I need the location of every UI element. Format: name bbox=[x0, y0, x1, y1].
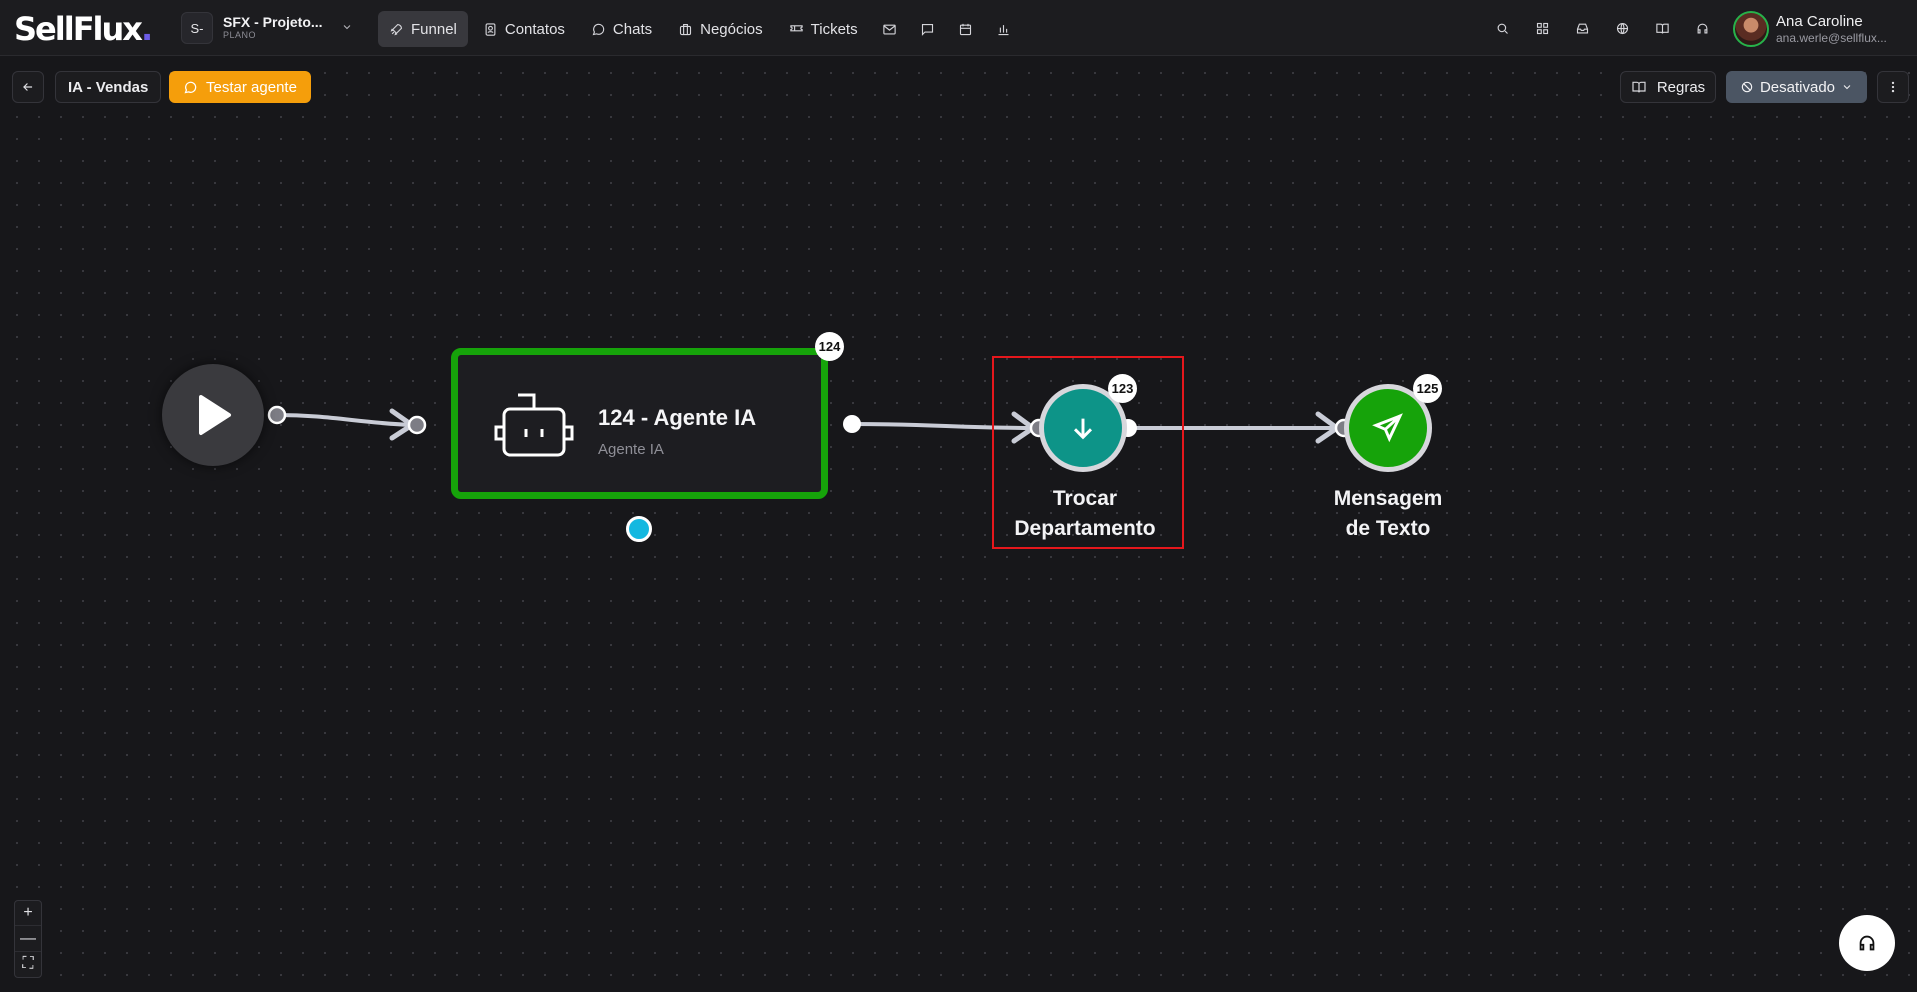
nav-tickets-label: Tickets bbox=[810, 20, 858, 38]
rocket-icon bbox=[390, 23, 403, 35]
chevron-down-icon bbox=[341, 21, 353, 36]
nav-contatos-label: Contatos bbox=[504, 20, 565, 38]
docs-button[interactable] bbox=[1648, 14, 1676, 42]
mail-icon bbox=[883, 24, 896, 34]
nav-negocios[interactable]: Negócios bbox=[667, 11, 774, 47]
zoom-out-button[interactable]: — bbox=[15, 926, 41, 952]
sellflux-logo[interactable]: SellFlux. bbox=[14, 10, 153, 48]
nav-chats-label: Chats bbox=[612, 20, 653, 38]
headset-icon bbox=[1859, 935, 1875, 951]
rules-label: Regras bbox=[1656, 78, 1706, 96]
agent-node-subtitle: Agente IA bbox=[598, 441, 664, 458]
message-node-label-line2: de Texto bbox=[1345, 517, 1431, 540]
dept-node-label-line1: Trocar bbox=[1052, 487, 1118, 510]
agent-node-bottom-handle[interactable] bbox=[626, 516, 652, 542]
calendar-icon bbox=[960, 23, 972, 35]
agent-ia-node[interactable]: 124 - Agente IA Agente IA bbox=[451, 348, 828, 499]
contacts-icon bbox=[485, 22, 496, 36]
play-icon bbox=[199, 395, 231, 435]
dept-node-badge: 123 bbox=[1108, 374, 1137, 403]
support-chat-button[interactable] bbox=[1839, 915, 1895, 971]
chat-icon bbox=[592, 23, 605, 35]
start-node[interactable] bbox=[162, 364, 264, 466]
more-options-button[interactable] bbox=[1877, 71, 1909, 103]
inbox-icon bbox=[1576, 23, 1588, 33]
message-node-badge: 125 bbox=[1413, 374, 1442, 403]
nav-chats[interactable]: Chats bbox=[580, 11, 663, 47]
status-label: Desativado bbox=[1759, 78, 1836, 96]
workspace-name: SFX - Projeto... bbox=[223, 14, 323, 31]
send-icon bbox=[1372, 413, 1403, 443]
nav-reports[interactable] bbox=[987, 11, 1021, 47]
ban-icon bbox=[1741, 81, 1753, 93]
workspace-avatar: S- bbox=[181, 12, 213, 44]
back-button[interactable] bbox=[12, 71, 44, 103]
user-menu[interactable]: Ana Caroline ana.werle@sellflux... bbox=[1733, 11, 1887, 47]
bar-chart-icon bbox=[998, 24, 1009, 35]
nav-contatos[interactable]: Contatos bbox=[472, 11, 576, 47]
nav-calendar[interactable] bbox=[949, 11, 983, 47]
avatar bbox=[1733, 11, 1769, 47]
globe-icon bbox=[1616, 22, 1628, 34]
top-navbar: SellFlux. S- SFX - Projeto... PLANO Funn… bbox=[0, 0, 1917, 56]
nav-funnel[interactable]: Funnel bbox=[378, 11, 468, 47]
user-email: ana.werle@sellflux... bbox=[1776, 30, 1887, 45]
dept-node-label-line2: Departamento bbox=[1014, 517, 1156, 540]
user-name: Ana Caroline bbox=[1776, 12, 1863, 30]
nav-messages[interactable] bbox=[911, 11, 945, 47]
apps-button[interactable] bbox=[1528, 14, 1556, 42]
dept-node-label: Trocar Departamento bbox=[1000, 484, 1170, 544]
nav-funnel-label: Funnel bbox=[411, 20, 457, 38]
workspace-plan: PLANO bbox=[223, 29, 257, 40]
support-button[interactable] bbox=[1688, 14, 1716, 42]
nav-email[interactable] bbox=[873, 11, 907, 47]
zoom-controls: + — ⛶ bbox=[14, 900, 42, 978]
agent-node-title: 124 - Agente IA bbox=[598, 405, 757, 430]
zoom-in-button[interactable]: + bbox=[15, 901, 41, 927]
workspace-selector[interactable]: S- SFX - Projeto... PLANO bbox=[181, 12, 353, 44]
message-square-icon bbox=[922, 23, 934, 36]
message-node-label-line1: Mensagem bbox=[1333, 487, 1443, 510]
chat-icon bbox=[184, 81, 197, 93]
flow-canvas[interactable] bbox=[0, 56, 1917, 992]
globe-button[interactable] bbox=[1608, 14, 1636, 42]
main-nav: Funnel Contatos Chats Negócios Tickets bbox=[378, 11, 1021, 47]
arrow-down-icon bbox=[1073, 418, 1093, 440]
rules-button[interactable]: Regras bbox=[1620, 71, 1716, 103]
book-icon bbox=[1632, 81, 1646, 93]
fit-view-button[interactable]: ⛶ bbox=[15, 952, 41, 977]
chevron-down-icon bbox=[1843, 85, 1851, 90]
ticket-icon bbox=[789, 24, 803, 31]
headset-icon bbox=[1697, 23, 1707, 33]
robot-icon bbox=[494, 393, 574, 457]
agent-node-badge: 124 bbox=[815, 332, 844, 361]
test-agent-label: Testar agente bbox=[206, 78, 297, 96]
inbox-button[interactable] bbox=[1568, 14, 1596, 42]
header-actions bbox=[1488, 14, 1716, 42]
test-agent-button[interactable]: Testar agente bbox=[169, 71, 311, 103]
more-vertical-icon bbox=[1891, 81, 1895, 93]
briefcase-icon bbox=[680, 23, 692, 35]
book-icon bbox=[1655, 23, 1669, 34]
status-dropdown[interactable]: Desativado bbox=[1726, 71, 1867, 103]
nav-negocios-label: Negócios bbox=[700, 20, 763, 38]
arrow-left-icon bbox=[23, 83, 33, 91]
nav-tickets[interactable]: Tickets bbox=[778, 11, 869, 47]
search-icon bbox=[1497, 23, 1508, 34]
flow-name[interactable]: IA - Vendas bbox=[55, 71, 162, 103]
apps-grid-icon bbox=[1536, 22, 1548, 34]
search-button[interactable] bbox=[1488, 14, 1516, 42]
message-node-label: Mensagem de Texto bbox=[1303, 484, 1473, 544]
